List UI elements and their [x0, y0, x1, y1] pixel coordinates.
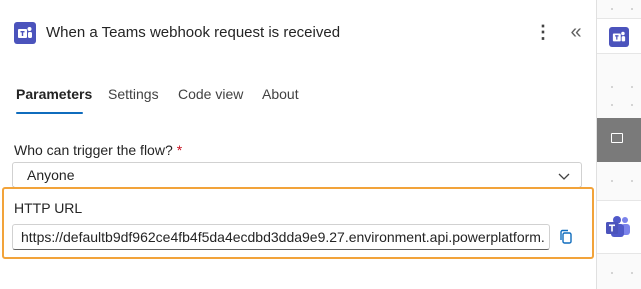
canvas-grid-dot — [631, 8, 633, 10]
canvas-grid-dot — [631, 104, 633, 106]
tab-settings[interactable]: Settings — [108, 86, 159, 102]
http-url-field[interactable]: https://defaultb9df962ce4fb4f5da4ecdbd3d… — [12, 224, 550, 250]
canvas-grid-dot — [631, 272, 633, 274]
http-url-value: https://defaultb9df962ce4fb4f5da4ecdbd3d… — [21, 229, 545, 245]
canvas-grid-dot — [611, 8, 613, 10]
trigger-details-panel: When a Teams webhook request is received… — [0, 0, 596, 289]
collapse-panel-icon[interactable]: « — [566, 18, 586, 46]
active-tab-indicator — [16, 112, 83, 114]
dropdown-selected-value: Anyone — [27, 167, 75, 183]
more-options-icon[interactable]: ⋮ — [534, 18, 552, 46]
canvas-teams-action-card[interactable] — [597, 200, 641, 254]
tab-parameters[interactable]: Parameters — [16, 86, 92, 102]
teams-icon — [14, 22, 36, 44]
required-marker: * — [176, 142, 183, 158]
trigger-field-label: Who can trigger the flow? * — [14, 142, 182, 158]
canvas-grid-dot — [631, 180, 633, 182]
flow-canvas[interactable] — [597, 0, 641, 289]
canvas-trigger-card[interactable] — [597, 18, 641, 54]
trigger-field-label-text: Who can trigger the flow? — [14, 142, 173, 158]
panel-header: When a Teams webhook request is received… — [0, 0, 596, 66]
tab-about[interactable]: About — [262, 86, 299, 102]
http-url-label: HTTP URL — [14, 200, 83, 216]
canvas-selected-card[interactable] — [597, 118, 641, 162]
canvas-grid-dot — [611, 104, 613, 106]
canvas-grid-dot — [611, 86, 613, 88]
panel-title: When a Teams webhook request is received — [46, 24, 341, 41]
teams-icon — [609, 27, 629, 47]
canvas-grid-dot — [611, 180, 613, 182]
tab-code-view[interactable]: Code view — [178, 86, 243, 102]
who-can-trigger-dropdown[interactable]: Anyone — [12, 162, 582, 188]
teams-logo-icon — [606, 216, 630, 237]
action-icon — [611, 133, 623, 143]
canvas-grid-dot — [611, 272, 613, 274]
canvas-grid-dot — [631, 86, 633, 88]
chevron-down-icon — [558, 173, 570, 180]
copy-icon[interactable] — [557, 228, 575, 246]
